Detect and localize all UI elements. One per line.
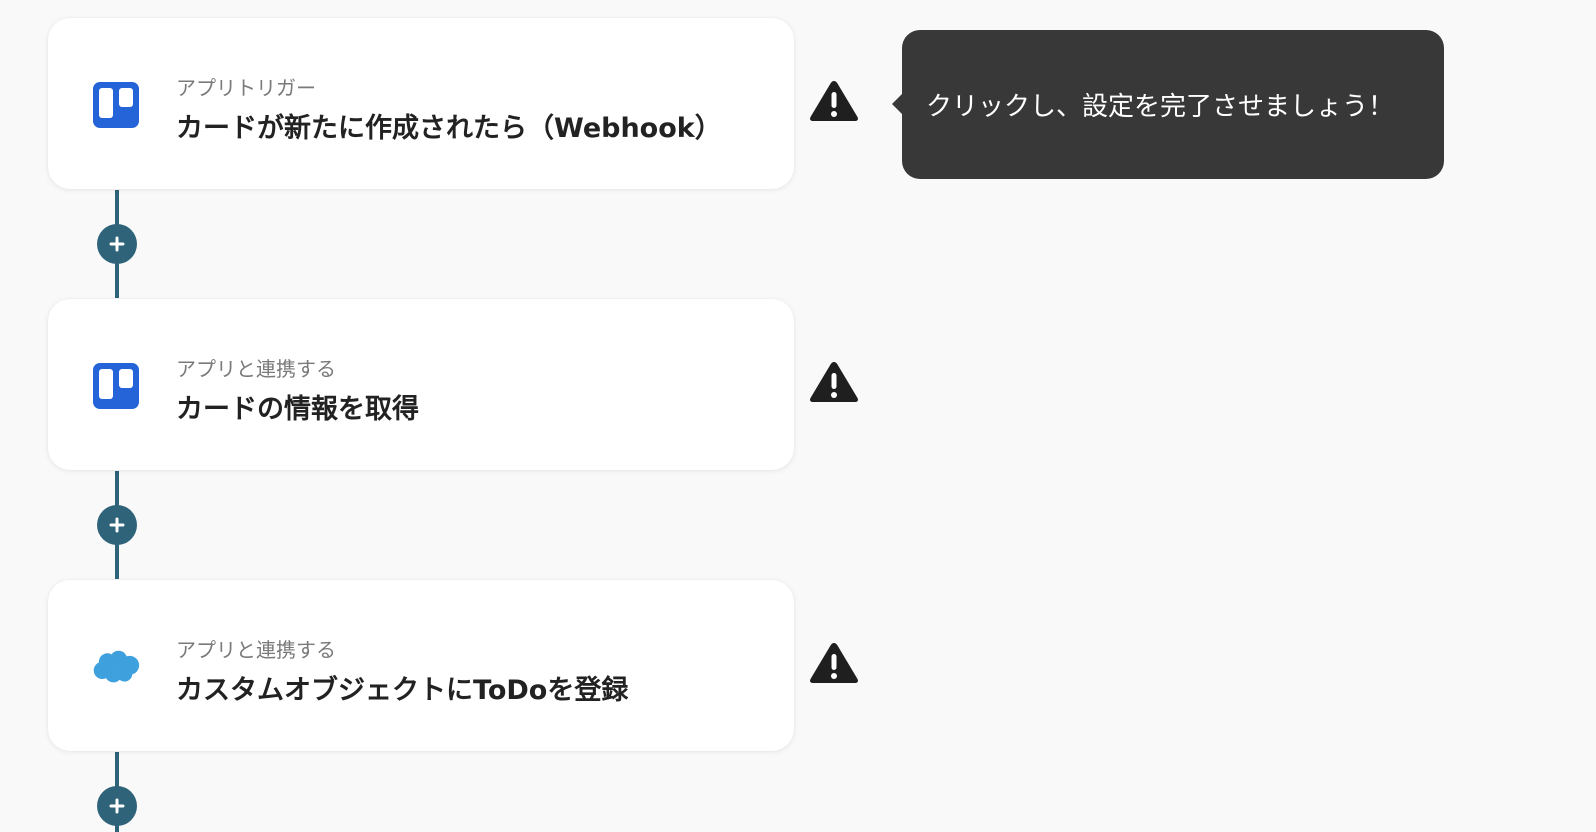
tooltip-text: クリックし、設定を完了させましょう！ — [926, 92, 1395, 122]
trello-icon — [92, 81, 140, 129]
warning-icon[interactable] — [808, 640, 860, 686]
trello-icon — [92, 362, 140, 410]
plus-icon — [109, 798, 125, 814]
add-step-button[interactable] — [97, 786, 137, 826]
step-type-label: アプリと連携する — [176, 357, 336, 381]
salesforce-icon — [92, 643, 140, 691]
step-title: カスタムオブジェクトにToDoを登録 — [176, 675, 629, 706]
tooltip: クリックし、設定を完了させましょう！ — [892, 30, 1444, 179]
warning-icon[interactable] — [808, 78, 860, 124]
flow-step-card-get-card-info[interactable]: アプリと連携する カードの情報を取得 — [48, 299, 794, 470]
add-step-button[interactable] — [97, 224, 137, 264]
plus-icon — [109, 236, 125, 252]
plus-icon — [109, 517, 125, 533]
flow-step-card-register-todo[interactable]: アプリと連携する カスタムオブジェクトにToDoを登録 — [48, 580, 794, 751]
add-step-button[interactable] — [97, 505, 137, 545]
step-title: カードが新たに作成されたら（Webhook） — [176, 113, 722, 144]
step-type-label: アプリトリガー — [176, 76, 316, 100]
flow-step-card-trigger[interactable]: アプリトリガー カードが新たに作成されたら（Webhook） — [48, 18, 794, 189]
step-type-label: アプリと連携する — [176, 638, 336, 662]
warning-icon[interactable] — [808, 359, 860, 405]
step-title: カードの情報を取得 — [176, 394, 419, 425]
